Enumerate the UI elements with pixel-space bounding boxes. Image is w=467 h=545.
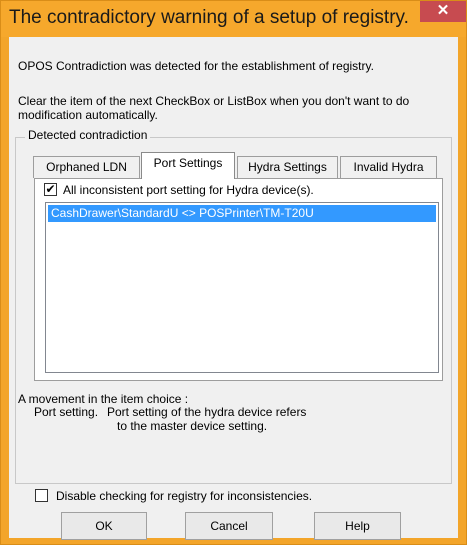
detected-message: OPOS Contradiction was detected for the … (18, 59, 374, 73)
tab-label: Invalid Hydra (353, 160, 424, 174)
tab-port-settings[interactable]: Port Settings (141, 152, 235, 179)
help-button[interactable]: Help (314, 512, 401, 540)
group-label: Detected contradiction (25, 128, 151, 142)
ok-button[interactable]: OK (61, 512, 147, 540)
tab-hydra-settings[interactable]: Hydra Settings (237, 156, 338, 178)
close-button[interactable]: ✕ (420, 1, 466, 22)
tab-invalid-hydra[interactable]: Invalid Hydra (340, 156, 437, 178)
instruction-message: Clear the item of the next CheckBox or L… (18, 94, 410, 122)
tab-orphaned-ldn[interactable]: Orphaned LDN (33, 156, 140, 178)
tab-label: Hydra Settings (248, 160, 327, 174)
movement-key: Port setting. (34, 405, 99, 419)
contradiction-listbox[interactable]: CashDrawer\StandardU <> POSPrinter\TM-T2… (45, 202, 439, 373)
window-title: The contradictory warning of a setup of … (9, 7, 409, 28)
movement-description: Port setting of the hydra device refers … (107, 405, 306, 433)
dialog-window: The contradictory warning of a setup of … (0, 0, 467, 545)
hydra-port-checkbox[interactable]: ✔ (44, 183, 57, 196)
movement-desc-line1: Port setting of the hydra device refers (107, 405, 307, 419)
checkmark-icon: ✔ (45, 182, 56, 196)
disable-checking-label[interactable]: Disable checking for registry for incons… (56, 489, 312, 503)
movement-title: A movement in the item choice : (18, 392, 189, 406)
port-settings-panel: ✔ All inconsistent port setting for Hydr… (34, 178, 443, 381)
tab-label: Port Settings (153, 156, 223, 170)
tab-label: Orphaned LDN (46, 160, 127, 174)
hydra-port-checkbox-label[interactable]: All inconsistent port setting for Hydra … (63, 183, 314, 197)
movement-desc-line2: to the master device setting. (117, 419, 268, 433)
disable-checking-checkbox[interactable] (35, 489, 48, 502)
close-icon: ✕ (436, 2, 450, 19)
list-item[interactable]: CashDrawer\StandardU <> POSPrinter\TM-T2… (48, 205, 436, 222)
title-bar[interactable]: The contradictory warning of a setup of … (1, 1, 466, 37)
cancel-button[interactable]: Cancel (185, 512, 273, 540)
dialog-client-area: OPOS Contradiction was detected for the … (9, 37, 458, 540)
